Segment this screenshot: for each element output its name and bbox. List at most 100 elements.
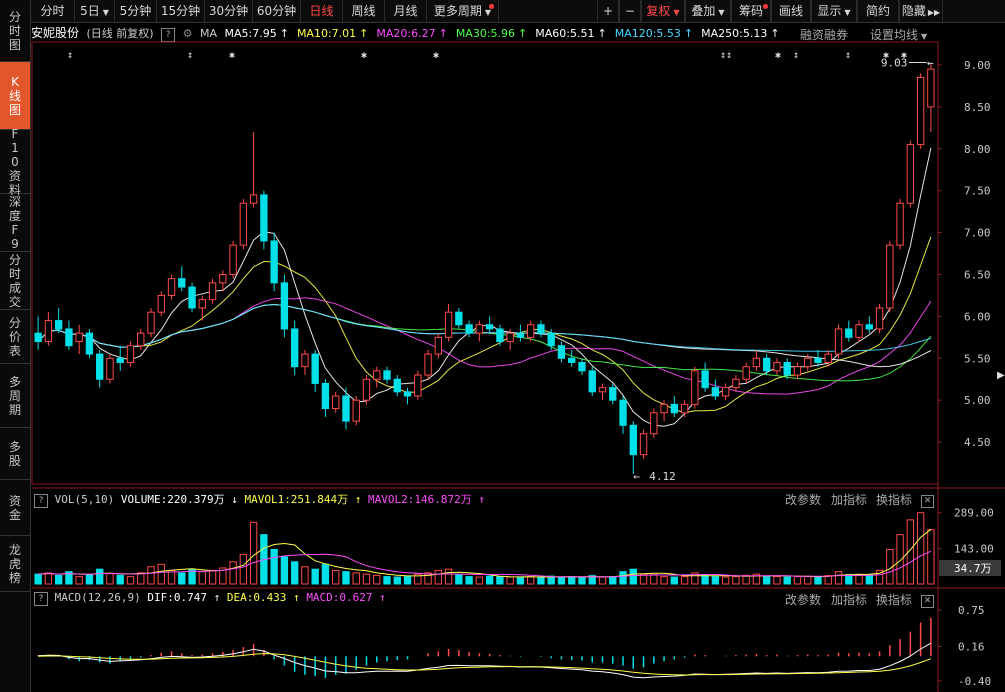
- period-tab[interactable]: 月线: [385, 0, 427, 22]
- period-tab[interactable]: 更多周期 ▼: [427, 0, 499, 22]
- volume-bar: [116, 574, 124, 585]
- sidebar-tab[interactable]: 资金: [0, 480, 30, 536]
- candle-body: [208, 282, 217, 301]
- macd-tick-label: -0.40: [958, 675, 991, 688]
- sidebar-tab-label: 深度F9: [8, 194, 21, 251]
- up-arrow-icon: ↑: [354, 493, 362, 506]
- toolbar-button[interactable]: 叠加 ▼: [685, 0, 731, 22]
- period-tab[interactable]: 15分钟: [157, 0, 205, 22]
- period-tab[interactable]: 5日 ▼: [75, 0, 115, 22]
- event-marker-icon: ↕: [187, 50, 193, 61]
- period-tab[interactable]: 5分钟: [115, 0, 157, 22]
- candle-body: [126, 345, 135, 363]
- ma-value: MA10:7.01: [296, 27, 357, 40]
- expand-arrow-icon[interactable]: ▶: [997, 370, 1005, 381]
- price-tick-label: 7.00: [964, 227, 991, 240]
- period-tab[interactable]: 周线: [343, 0, 385, 22]
- ma-value: MA20:6.27: [376, 27, 436, 40]
- help-icon[interactable]: ?: [161, 28, 176, 42]
- period-tab[interactable]: 分时: [31, 0, 75, 22]
- toolbar-button[interactable]: 画线: [771, 0, 811, 22]
- period-tab-label: 周线: [351, 4, 376, 18]
- volume-bar: [54, 574, 63, 585]
- vol-add-indicator-button[interactable]: 加指标: [831, 491, 867, 508]
- volume-bar: [301, 566, 309, 585]
- sidebar-tab[interactable]: 多股: [0, 428, 30, 480]
- macd-modify-params-button[interactable]: 改参数: [785, 591, 821, 608]
- macd-switch-indicator-button[interactable]: 换指标: [876, 591, 912, 608]
- volume-bar: [106, 573, 114, 585]
- toolbar-button-label: 显示: [817, 4, 842, 18]
- volume-tick-label: 143.00: [954, 543, 994, 556]
- sidebar-tab[interactable]: 分时成交: [0, 252, 30, 310]
- volume-legend: ? VOL(5,10) VOLUME:220.379万 ↓ MAVOL1:251…: [34, 491, 485, 508]
- candle-body: [167, 278, 176, 296]
- toolbar-button[interactable]: 隐藏 ▶▶: [899, 0, 943, 22]
- sidebar-tab[interactable]: 龙虎榜: [0, 536, 30, 592]
- candle-body: [804, 357, 812, 368]
- candle-body: [116, 357, 124, 363]
- period-tab-label: 分时: [40, 4, 65, 18]
- period-tab-label: 5日: [80, 4, 100, 18]
- toolbar-button[interactable]: 筹码: [731, 0, 771, 22]
- price-tick-label: 6.50: [964, 268, 991, 281]
- candle-body: [865, 324, 873, 330]
- sidebar-tab[interactable]: K线图: [0, 62, 30, 130]
- volume-bar: [721, 576, 730, 585]
- stock-name[interactable]: 安妮股份: [31, 26, 79, 40]
- vol-modify-params-button[interactable]: 改参数: [785, 491, 821, 508]
- gear-icon[interactable]: ⚙: [183, 27, 193, 40]
- vol-label: VOL(5,10): [54, 493, 115, 506]
- sidebar-tab[interactable]: 多周期: [0, 364, 30, 428]
- macd-close-icon[interactable]: ✕: [921, 592, 934, 608]
- candle-body: [845, 328, 853, 338]
- volume-bar: [373, 574, 381, 585]
- ma-value: MA60:5.51: [535, 27, 595, 40]
- candle-body: [188, 286, 196, 309]
- up-arrow-icon: ↑: [770, 27, 780, 40]
- volume-bar: [752, 573, 761, 585]
- sidebar-tab[interactable]: 深度F9: [0, 194, 30, 252]
- candle-body: [75, 332, 83, 343]
- event-marker-icon: ✱: [901, 50, 907, 61]
- sidebar-tab-label: 龙虎榜: [8, 542, 21, 585]
- volume-bar: [280, 556, 289, 585]
- ma-settings-button[interactable]: 设置均线 ▼: [870, 26, 927, 43]
- volume-bar: [485, 575, 494, 585]
- toolbar-button-label: −: [624, 4, 636, 18]
- period-tab[interactable]: 30分钟: [205, 0, 253, 22]
- volume-bar: [824, 575, 832, 585]
- sidebar-tab[interactable]: 分时图: [0, 0, 30, 62]
- volume-bar: [342, 571, 350, 585]
- kline-chart[interactable]: 9.00 8.50 8.00 7.50 7.00 6.50 6.00 5.50 5.00 4.50…: [0, 0, 1005, 692]
- ma-line: [37, 303, 932, 352]
- volume-bar: [680, 576, 689, 585]
- sidebar-tab[interactable]: 分价表: [0, 310, 30, 364]
- help-icon[interactable]: ?: [34, 592, 48, 606]
- candle-body: [619, 399, 627, 426]
- volume-bar: [496, 576, 504, 585]
- candle-body: [629, 424, 637, 456]
- toolbar-button[interactable]: −: [619, 0, 641, 22]
- candle-body: [588, 370, 596, 393]
- candle-body: [455, 311, 463, 326]
- toolbar-button[interactable]: +: [597, 0, 619, 22]
- up-arrow-icon: ↑: [359, 27, 369, 40]
- high-price-label: 9.03: [881, 56, 908, 69]
- period-tab[interactable]: 日线: [301, 0, 343, 22]
- macd-add-indicator-button[interactable]: 加指标: [831, 591, 867, 608]
- sidebar-tab[interactable]: F10资料: [0, 127, 30, 197]
- period-tab-label: 15分钟: [160, 4, 201, 18]
- margin-trading-button[interactable]: 融资融券: [800, 26, 848, 43]
- volume-bar: [290, 561, 299, 585]
- current-volume-label: 34.7万: [954, 562, 992, 575]
- toolbar-button[interactable]: 复权 ▼: [641, 0, 685, 22]
- toolbar-button[interactable]: 显示 ▼: [811, 0, 857, 22]
- help-icon[interactable]: ?: [34, 494, 48, 508]
- volume-bar: [537, 576, 545, 585]
- vol-switch-indicator-button[interactable]: 换指标: [876, 491, 912, 508]
- period-tab[interactable]: 60分钟: [253, 0, 301, 22]
- dif-line: [38, 642, 932, 679]
- toolbar-button[interactable]: 简约: [857, 0, 899, 22]
- vol-close-icon[interactable]: ✕: [921, 492, 934, 508]
